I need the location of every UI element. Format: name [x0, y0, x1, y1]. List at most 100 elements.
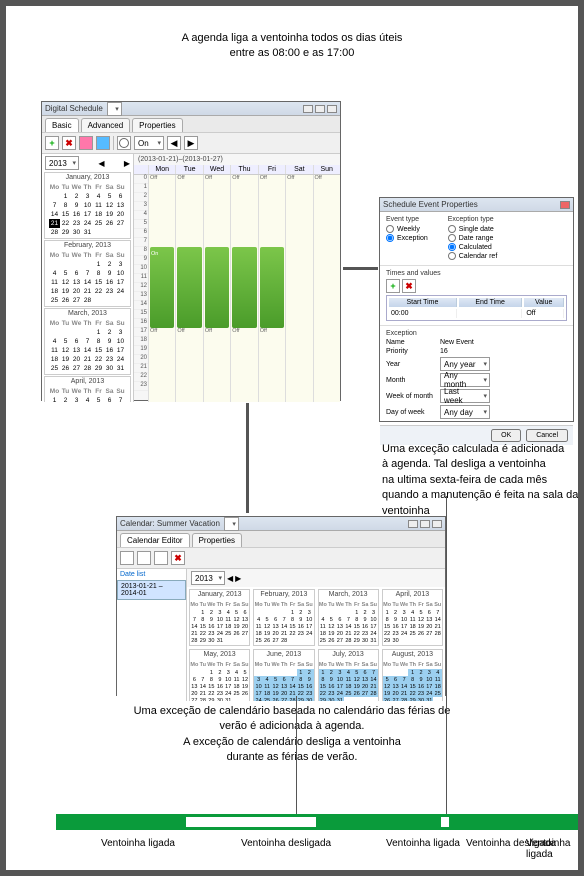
dow-field[interactable]: Any day	[440, 405, 490, 419]
close-button[interactable]	[327, 105, 337, 113]
col-sat[interactable]: Off	[285, 175, 312, 402]
year-month-7[interactable]: August, 2013MoTuWeThFrSaSu12345678910111…	[382, 649, 443, 701]
col-sun[interactable]: Off	[313, 175, 340, 402]
radio-weekly[interactable]: Weekly	[386, 225, 428, 233]
year-month-2[interactable]: March, 2013MoTuWeThFrSaSu123456789101112…	[318, 589, 379, 646]
radio-range[interactable]: Date range	[448, 234, 498, 242]
schedule-window: Digital Schedule Basic Advanced Properti…	[41, 101, 341, 401]
radio-calendar[interactable]: Calendar ref	[448, 252, 498, 260]
year-selector: 2013 ◀ ▶	[43, 155, 132, 171]
month-label-apr: April, 2013	[45, 377, 130, 386]
hdr-fri: Fri	[258, 165, 285, 174]
tv-add-icon[interactable]: +	[386, 279, 400, 293]
calendar-body: Date list 2013-01-21 – 2014-01 2013 ◀ ▶ …	[117, 569, 445, 701]
radio-exception[interactable]: Exception	[386, 234, 428, 242]
cal-ico1[interactable]	[120, 551, 134, 565]
diagram-frame: A agenda liga a ventoinha todos os dias …	[0, 0, 584, 876]
exception-details: Exception NameNew Event Priority16 YearA…	[380, 325, 573, 425]
cal-min[interactable]	[408, 520, 418, 528]
tab-basic[interactable]: Basic	[45, 118, 79, 132]
wom-field[interactable]: Last week	[440, 389, 490, 403]
month-label-jan: January, 2013	[45, 173, 130, 182]
calendar-title-dropdown[interactable]	[224, 517, 239, 531]
month-label-feb: February, 2013	[45, 241, 130, 250]
month-april[interactable]: April, 2013 MoTuWeThFrSaSu 1234567 89101…	[44, 376, 131, 402]
on-select[interactable]: On	[134, 136, 164, 150]
connector-right	[343, 267, 378, 270]
calendar-titlebar: Calendar: Summer Vacation	[117, 517, 445, 531]
date-list-panel: Date list 2013-01-21 – 2014-01	[117, 569, 187, 701]
times-values-hdr: Times and values	[386, 270, 567, 277]
ok-button[interactable]: OK	[491, 429, 521, 442]
cal-year-select[interactable]: 2013	[191, 571, 225, 585]
hdr-tue: Tue	[175, 165, 202, 174]
year-calendar-grid: January, 2013MoTuWeThFrSaSu1234567891011…	[187, 587, 445, 701]
year-month-6[interactable]: July, 2013MoTuWeThFrSaSu1234567891011121…	[318, 649, 379, 701]
year-month-0[interactable]: January, 2013MoTuWeThFrSaSu1234567891011…	[189, 589, 250, 646]
month-january[interactable]: January, 2013 MoTuWeThFrSaSu 123456 7891…	[44, 172, 131, 239]
maximize-button[interactable]	[315, 105, 325, 113]
calendar-jan: MoTuWeThFrSaSu 123456 78910111213 141516…	[49, 183, 126, 237]
caption-top-line1: A agenda liga a ventoinha todos os dias …	[182, 32, 403, 44]
cal-delete-icon[interactable]: ✖	[171, 551, 185, 565]
cal-ico2[interactable]	[137, 551, 151, 565]
cal-max[interactable]	[420, 520, 430, 528]
timeline-bar	[56, 814, 584, 830]
col-start: Start Time	[389, 298, 457, 307]
cancel-button[interactable]: Cancel	[526, 429, 568, 442]
event-on[interactable]: On	[150, 247, 174, 328]
delete-icon[interactable]: ✖	[62, 136, 76, 150]
status-icon[interactable]	[117, 136, 131, 150]
name-label: Name	[386, 339, 436, 346]
year-panel: 2013 ◀ ▶ January, 2013MoTuWeThFrSaSu1234…	[187, 569, 445, 701]
radio-single[interactable]: Single date	[448, 225, 498, 233]
year-month-5[interactable]: June, 2013MoTuWeThFrSaSu1234567891011121…	[253, 649, 314, 701]
timeline-off-maint	[441, 817, 449, 827]
exception-type-hdr: Exception type	[448, 216, 498, 223]
tick-exception	[446, 496, 447, 814]
cal-year-next[interactable]: ▶	[235, 574, 241, 583]
year-month-4[interactable]: May, 2013MoTuWeThFrSaSu12345678910111213…	[189, 649, 250, 701]
col-thu[interactable]: OffOff	[230, 175, 257, 402]
month-february[interactable]: February, 2013 MoTuWeThFrSaSu 123 456789…	[44, 240, 131, 307]
caption-middle: Uma exceção de calendário baseada no cal…	[6, 704, 578, 766]
tab-advanced[interactable]: Advanced	[81, 118, 131, 132]
year-next[interactable]: ▶	[124, 159, 130, 168]
add-icon[interactable]: +	[45, 136, 59, 150]
year-prev[interactable]: ◀	[98, 159, 104, 168]
radio-calculated[interactable]: Calculated	[448, 243, 498, 251]
tab-calendar-editor[interactable]: Calendar Editor	[120, 533, 190, 547]
name-value: New Event	[440, 339, 474, 346]
save-icon[interactable]	[96, 136, 110, 150]
calendar-title: Calendar: Summer Vacation	[120, 519, 220, 528]
excl-close[interactable]	[560, 201, 570, 209]
col-fri[interactable]: OffOff	[258, 175, 285, 402]
tab-properties[interactable]: Properties	[132, 118, 182, 132]
day-columns: OffOnOff OffOff OffOff OffOff OffOff Off…	[148, 175, 340, 402]
tick-calendar	[296, 696, 297, 814]
year-field[interactable]: Any year	[440, 357, 490, 371]
cal-year-prev[interactable]: ◀	[227, 574, 233, 583]
schedule-title-dropdown[interactable]	[107, 102, 122, 116]
cal-close[interactable]	[432, 520, 442, 528]
date-list-item[interactable]: 2013-01-21 – 2014-01	[117, 580, 186, 600]
exception-window: Schedule Event Properties Event type Wee…	[379, 197, 574, 422]
year-month-3[interactable]: April, 2013MoTuWeThFrSaSu123456789101112…	[382, 589, 443, 646]
table-row[interactable]: 00:00Off	[389, 309, 564, 318]
col-mon[interactable]: OffOnOff	[148, 175, 175, 402]
cal-ico3[interactable]	[154, 551, 168, 565]
month-field[interactable]: Any month	[440, 373, 490, 387]
minimize-button[interactable]	[303, 105, 313, 113]
col-wed[interactable]: OffOff	[203, 175, 230, 402]
tv-delete-icon[interactable]: ✖	[402, 279, 416, 293]
month-march[interactable]: March, 2013 MoTuWeThFrSaSu 123 45678910 …	[44, 308, 131, 375]
col-tue[interactable]: OffOff	[175, 175, 202, 402]
year-month-1[interactable]: February, 2013MoTuWeThFrSaSu123456789101…	[253, 589, 314, 646]
edit-icon[interactable]	[79, 136, 93, 150]
prev-icon[interactable]: ◀	[167, 136, 181, 150]
tab-calendar-properties[interactable]: Properties	[192, 533, 242, 547]
schedule-titlebar: Digital Schedule	[42, 102, 340, 116]
hdr-thu: Thu	[230, 165, 257, 174]
year-select[interactable]: 2013	[45, 156, 79, 170]
next-icon[interactable]: ▶	[184, 136, 198, 150]
